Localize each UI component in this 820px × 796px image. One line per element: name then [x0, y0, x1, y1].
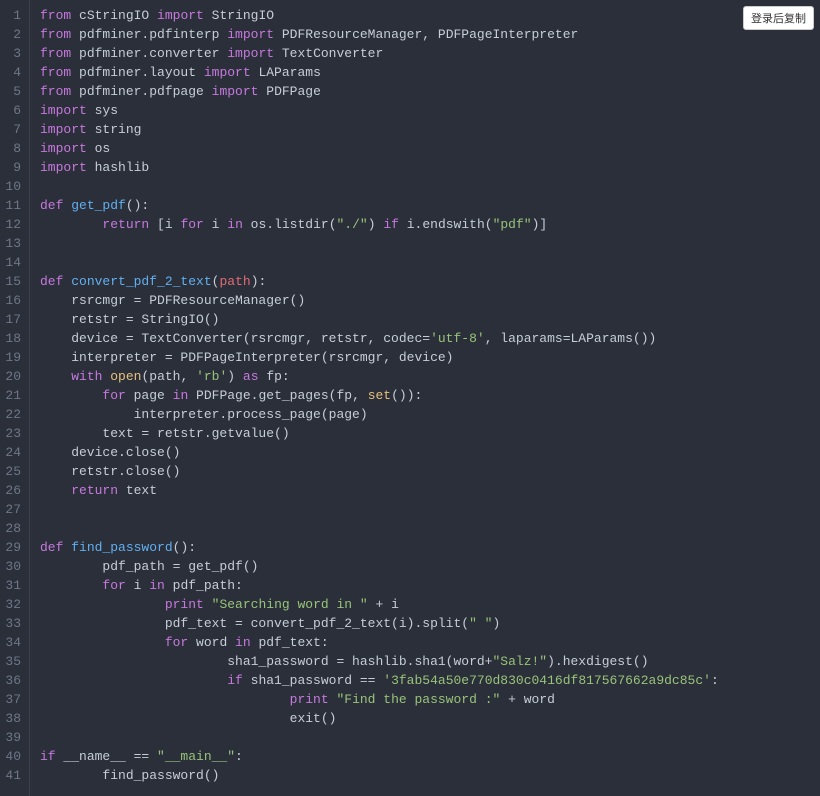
code-line: from pdfminer.converter import TextConve…: [40, 44, 719, 63]
code-line: retstr = StringIO(): [40, 310, 719, 329]
line-number: 22: [0, 405, 21, 424]
line-number: 6: [0, 101, 21, 120]
code-area[interactable]: from cStringIO import StringIOfrom pdfmi…: [30, 0, 719, 796]
line-number: 28: [0, 519, 21, 538]
code-line: if sha1_password == '3fab54a50e770d830c0…: [40, 671, 719, 690]
line-number: 37: [0, 690, 21, 709]
code-line: print "Searching word in " + i: [40, 595, 719, 614]
line-number: 17: [0, 310, 21, 329]
line-number: 4: [0, 63, 21, 82]
line-number: 29: [0, 538, 21, 557]
line-number-gutter: 1234567891011121314151617181920212223242…: [0, 0, 30, 796]
line-number: 9: [0, 158, 21, 177]
code-line: from cStringIO import StringIO: [40, 6, 719, 25]
line-number: 36: [0, 671, 21, 690]
line-number: 27: [0, 500, 21, 519]
code-line: import string: [40, 120, 719, 139]
line-number: 14: [0, 253, 21, 272]
line-number: 20: [0, 367, 21, 386]
code-line: exit(): [40, 709, 719, 728]
code-line: [40, 519, 719, 538]
code-line: import sys: [40, 101, 719, 120]
code-line: for page in PDFPage.get_pages(fp, set())…: [40, 386, 719, 405]
code-line: [40, 500, 719, 519]
code-line: if __name__ == "__main__":: [40, 747, 719, 766]
line-number: 40: [0, 747, 21, 766]
code-editor: 1234567891011121314151617181920212223242…: [0, 0, 820, 796]
code-line: sha1_password = hashlib.sha1(word+"Salz!…: [40, 652, 719, 671]
line-number: 30: [0, 557, 21, 576]
code-line: pdf_text = convert_pdf_2_text(i).split("…: [40, 614, 719, 633]
line-number: 38: [0, 709, 21, 728]
line-number: 7: [0, 120, 21, 139]
code-line: pdf_path = get_pdf(): [40, 557, 719, 576]
code-line: def get_pdf():: [40, 196, 719, 215]
code-line: [40, 253, 719, 272]
line-number: 41: [0, 766, 21, 785]
line-number: 1: [0, 6, 21, 25]
code-line: retstr.close(): [40, 462, 719, 481]
line-number: 15: [0, 272, 21, 291]
code-line: interpreter = PDFPageInterpreter(rsrcmgr…: [40, 348, 719, 367]
line-number: 34: [0, 633, 21, 652]
line-number: 13: [0, 234, 21, 253]
line-number: 35: [0, 652, 21, 671]
line-number: 25: [0, 462, 21, 481]
line-number: 5: [0, 82, 21, 101]
code-line: def convert_pdf_2_text(path):: [40, 272, 719, 291]
line-number: 26: [0, 481, 21, 500]
code-line: [40, 234, 719, 253]
code-line: from pdfminer.pdfinterp import PDFResour…: [40, 25, 719, 44]
code-line: with open(path, 'rb') as fp:: [40, 367, 719, 386]
line-number: 10: [0, 177, 21, 196]
line-number: 19: [0, 348, 21, 367]
code-line: interpreter.process_page(page): [40, 405, 719, 424]
code-line: return text: [40, 481, 719, 500]
code-line: from pdfminer.pdfpage import PDFPage: [40, 82, 719, 101]
code-line: rsrcmgr = PDFResourceManager(): [40, 291, 719, 310]
line-number: 23: [0, 424, 21, 443]
line-number: 16: [0, 291, 21, 310]
code-line: return [i for i in os.listdir("./") if i…: [40, 215, 719, 234]
code-line: for i in pdf_path:: [40, 576, 719, 595]
line-number: 3: [0, 44, 21, 63]
code-line: import hashlib: [40, 158, 719, 177]
code-line: [40, 728, 719, 747]
line-number: 8: [0, 139, 21, 158]
code-line: import os: [40, 139, 719, 158]
line-number: 24: [0, 443, 21, 462]
line-number: 39: [0, 728, 21, 747]
code-line: for word in pdf_text:: [40, 633, 719, 652]
line-number: 12: [0, 215, 21, 234]
line-number: 32: [0, 595, 21, 614]
code-line: text = retstr.getvalue(): [40, 424, 719, 443]
line-number: 21: [0, 386, 21, 405]
line-number: 18: [0, 329, 21, 348]
line-number: 11: [0, 196, 21, 215]
line-number: 31: [0, 576, 21, 595]
code-line: find_password(): [40, 766, 719, 785]
line-number: 33: [0, 614, 21, 633]
copy-button[interactable]: 登录后复制: [743, 6, 814, 30]
code-line: print "Find the password :" + word: [40, 690, 719, 709]
code-line: from pdfminer.layout import LAParams: [40, 63, 719, 82]
code-line: device = TextConverter(rsrcmgr, retstr, …: [40, 329, 719, 348]
code-line: device.close(): [40, 443, 719, 462]
line-number: 2: [0, 25, 21, 44]
code-line: def find_password():: [40, 538, 719, 557]
code-line: [40, 177, 719, 196]
